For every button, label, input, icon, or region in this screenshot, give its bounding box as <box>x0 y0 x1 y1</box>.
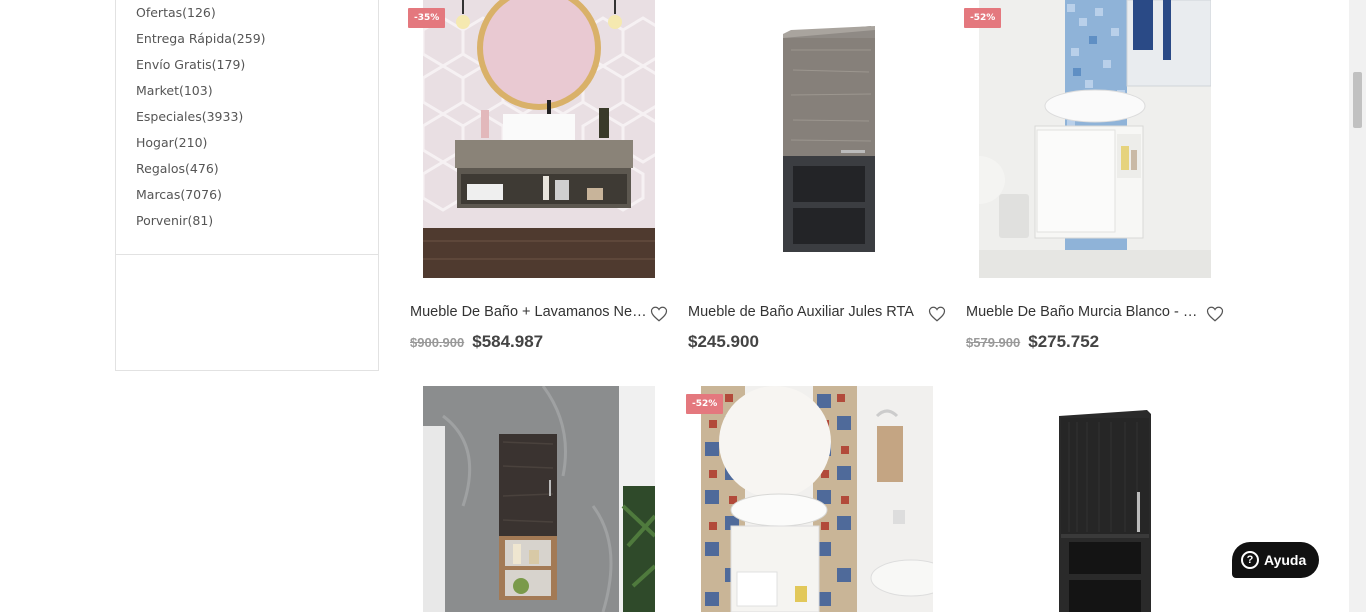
product-image[interactable] <box>701 0 933 278</box>
product-image[interactable] <box>423 0 655 278</box>
category-item-hogar[interactable]: Hogar(210) <box>136 130 266 156</box>
category-item-entrega-rapida[interactable]: Entrega Rápida(259) <box>136 26 266 52</box>
category-item-especiales[interactable]: Especiales(3933) <box>136 104 266 130</box>
current-price: $584.987 <box>472 332 544 351</box>
sidebar-divider <box>116 254 378 255</box>
product-title-row: Mueble de Baño Auxiliar Jules RTA <box>688 304 946 326</box>
discount-badge: -35% <box>408 8 446 28</box>
price-row: $245.900 <box>688 332 759 354</box>
product-title[interactable]: Mueble De Baño Murcia Blanco - RTA <box>966 304 1204 320</box>
product-title[interactable]: Mueble de Baño Auxiliar Jules RTA <box>688 304 926 320</box>
product-title[interactable]: Mueble De Baño + Lavamanos Nelson <box>410 304 648 320</box>
current-price: $245.900 <box>688 332 759 351</box>
product-image[interactable] <box>979 0 1211 278</box>
category-item-regalos[interactable]: Regalos(476) <box>136 156 266 182</box>
category-item-envio-gratis[interactable]: Envío Gratis(179) <box>136 52 266 78</box>
category-item-marcas[interactable]: Marcas(7076) <box>136 182 266 208</box>
heart-icon[interactable] <box>928 305 946 323</box>
discount-badge: -52% <box>686 394 724 414</box>
discount-badge: -52% <box>964 8 1002 28</box>
category-sidebar: Ofertas(126) Entrega Rápida(259) Envío G… <box>115 0 379 371</box>
old-price: $579.900 <box>966 335 1021 350</box>
category-item-ofertas[interactable]: Ofertas(126) <box>136 0 266 26</box>
help-label: Ayuda <box>1264 552 1307 568</box>
price-row: $579.900 $275.752 <box>966 332 1099 354</box>
product-title-row: Mueble De Baño Murcia Blanco - RTA <box>966 304 1224 326</box>
question-icon: ? <box>1241 551 1259 569</box>
product-image[interactable] <box>423 386 655 612</box>
heart-icon[interactable] <box>1206 305 1224 323</box>
product-image[interactable] <box>979 386 1211 612</box>
old-price: $900.900 <box>410 335 465 350</box>
category-item-market[interactable]: Market(103) <box>136 78 266 104</box>
product-title-row: Mueble De Baño + Lavamanos Nelson <box>410 304 668 326</box>
price-row: $900.900 $584.987 <box>410 332 543 354</box>
heart-icon[interactable] <box>650 305 668 323</box>
category-list: Ofertas(126) Entrega Rápida(259) Envío G… <box>136 0 266 234</box>
category-item-porvenir[interactable]: Porvenir(81) <box>136 208 266 234</box>
page-scrollbar[interactable] <box>1349 0 1366 612</box>
help-button[interactable]: ? Ayuda <box>1232 542 1319 578</box>
product-image[interactable] <box>701 386 933 612</box>
scrollbar-thumb[interactable] <box>1353 72 1362 128</box>
current-price: $275.752 <box>1028 332 1100 351</box>
